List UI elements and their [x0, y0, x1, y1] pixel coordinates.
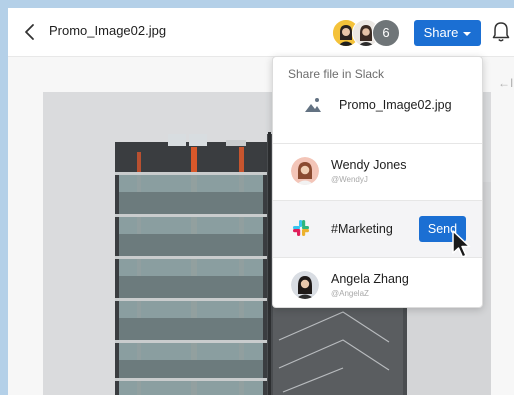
- collaborator-avatars[interactable]: 6: [332, 19, 412, 47]
- channel-row[interactable]: #Marketing Send: [273, 201, 482, 258]
- slack-icon: [293, 220, 309, 236]
- channel-name: #Marketing: [331, 222, 393, 236]
- recipient-handle: @AngelaZ: [331, 289, 369, 298]
- share-button[interactable]: Share: [414, 20, 481, 46]
- recipient-name: Angela Zhang: [331, 272, 409, 286]
- recipient-name: Wendy Jones: [331, 158, 407, 172]
- popup-title: Share file in Slack: [288, 67, 385, 81]
- app-window: Promo_Image02.jpg 6 Share ←I Share file …: [8, 8, 514, 395]
- share-button-label: Share: [423, 25, 459, 40]
- recipient-row[interactable]: Angela Zhang @AngelaZ: [273, 258, 482, 307]
- recipient-row[interactable]: Wendy Jones @WendyJ: [273, 144, 482, 200]
- image-file-icon: [305, 98, 321, 112]
- popup-file-name: Promo_Image02.jpg: [339, 98, 452, 112]
- caret-down-icon: [463, 31, 472, 36]
- file-title: Promo_Image02.jpg: [49, 23, 167, 38]
- mouse-pointer-icon: [452, 230, 471, 258]
- avatar: [291, 271, 319, 299]
- bell-icon[interactable]: [492, 21, 510, 43]
- avatar: [291, 157, 319, 185]
- share-in-slack-popup: Share file in Slack Promo_Image02.jpg We…: [272, 56, 483, 308]
- chevron-left-icon[interactable]: [22, 23, 38, 41]
- collaborator-count-badge[interactable]: 6: [372, 19, 400, 47]
- recipient-handle: @WendyJ: [331, 175, 368, 184]
- top-bar: Promo_Image02.jpg 6 Share: [8, 8, 514, 57]
- arrow-left-bar-icon[interactable]: ←I: [498, 76, 513, 90]
